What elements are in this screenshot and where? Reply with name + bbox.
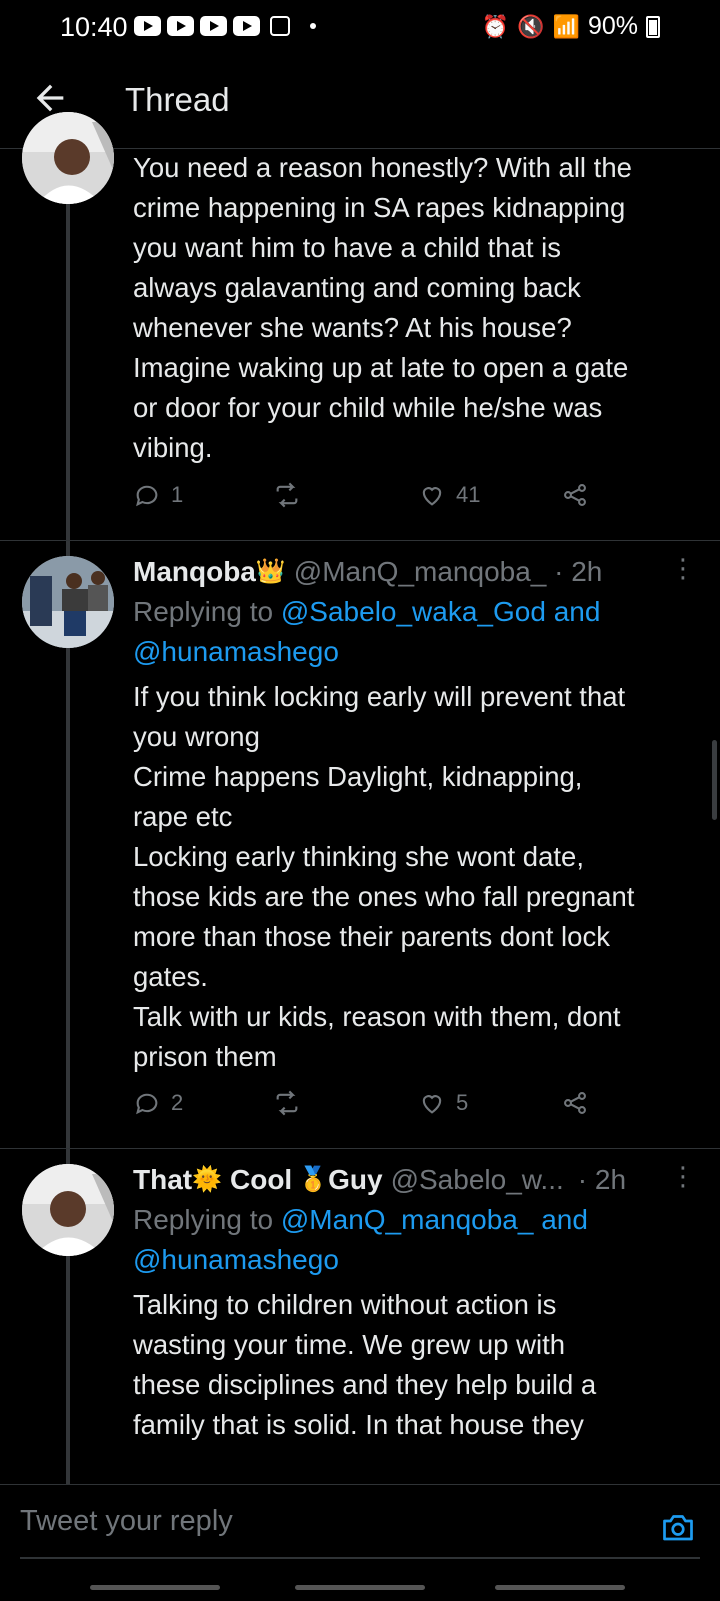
youtube-notification-icon	[233, 16, 260, 36]
author-name-part: Guy	[328, 1164, 383, 1195]
status-bar: 10:40 ⏰ 🔇 📶 90%	[0, 0, 720, 56]
heart-icon	[422, 487, 442, 506]
retweet-icon	[276, 1090, 298, 1116]
reply-action[interactable]: 1	[133, 481, 183, 509]
alarm-icon: ⏰	[481, 13, 510, 39]
battery-icon	[646, 15, 660, 38]
crown-emoji-icon: 👑	[255, 558, 286, 585]
comment-icon	[136, 1093, 158, 1115]
retweet-action[interactable]	[273, 481, 301, 509]
reply-count: 1	[171, 482, 184, 507]
like-count: 5	[456, 1090, 469, 1115]
system-icons: ⏰ 🔇 📶 90%	[482, 12, 660, 41]
share-icon	[564, 484, 586, 506]
share-action[interactable]	[561, 1089, 589, 1117]
status-time: 10:40	[60, 12, 128, 42]
replying-prefix: Replying to	[133, 1204, 281, 1235]
replying-prefix: Replying to	[133, 596, 281, 627]
like-action[interactable]: 5	[418, 1089, 468, 1117]
reply-underline	[20, 1557, 700, 1559]
author-handle: @Sabelo_w...	[390, 1164, 564, 1195]
more-vertical-icon[interactable]: ⋮	[670, 1163, 696, 1189]
author-name: Manqoba	[133, 556, 256, 587]
youtube-notification-icon	[200, 16, 227, 36]
like-action[interactable]: 41	[418, 481, 480, 509]
replying-mentions[interactable]: @Sabelo_waka_God and	[281, 596, 601, 627]
heart-icon	[422, 1095, 442, 1114]
avatar[interactable]	[22, 556, 114, 648]
tweet-actions: 2 5	[133, 1089, 613, 1125]
more-vertical-icon[interactable]: ⋮	[670, 555, 696, 581]
tweet-text: If you think locking early will prevent …	[133, 681, 635, 1072]
tweet-divider	[0, 540, 720, 541]
avatar[interactable]	[22, 1164, 114, 1256]
page-title: Thread	[125, 81, 230, 118]
youtube-notification-icon	[167, 16, 194, 36]
avatar[interactable]	[22, 112, 114, 204]
nav-home[interactable]	[295, 1585, 425, 1590]
youtube-notification-icon	[134, 16, 161, 36]
reply-input[interactable]: Tweet your reply	[20, 1505, 233, 1538]
medal-emoji-icon: 🥇	[298, 1166, 329, 1193]
share-icon	[564, 1092, 586, 1114]
retweet-icon	[276, 482, 298, 508]
replying-mention[interactable]: @hunamashego	[133, 1244, 339, 1275]
replying-to: Replying to @ManQ_manqoba_ and @hunamash…	[133, 1200, 588, 1280]
author-name-part: That	[133, 1164, 193, 1195]
tweet-text: You need a reason honestly? With all the…	[133, 152, 632, 463]
tweet-time: · 2h	[577, 1164, 627, 1195]
battery-percent: 90%	[587, 12, 638, 40]
comment-icon	[136, 485, 158, 507]
tweet-author[interactable]: That 🌞 Cool 🥇 Guy @Sabelo_w... · 2h	[133, 1160, 626, 1200]
author-name-part: Cool	[230, 1164, 293, 1195]
reply-action[interactable]: 2	[133, 1089, 183, 1117]
author-handle: @ManQ_manqoba_ · 2h	[293, 556, 603, 587]
reply-count: 2	[171, 1090, 184, 1115]
tweet-author[interactable]: Manqoba 👑 @ManQ_manqoba_ · 2h	[133, 552, 602, 592]
download-notification-icon	[270, 16, 290, 36]
replying-mention[interactable]: @hunamashego	[133, 636, 339, 667]
camera-icon[interactable]	[660, 1509, 696, 1545]
wifi-icon: 📶	[552, 13, 580, 39]
notification-icons	[134, 16, 316, 36]
thread-connector	[66, 148, 70, 1484]
scrollbar[interactable]	[712, 740, 717, 820]
sun-emoji-icon: 🌞	[192, 1166, 222, 1193]
more-notifications-dot-icon	[310, 23, 316, 29]
reply-composer: Tweet your reply	[0, 1484, 720, 1601]
replying-to: Replying to @Sabelo_waka_God and @hunama…	[133, 592, 600, 672]
mute-icon: 🔇	[517, 13, 545, 39]
retweet-action[interactable]	[273, 1089, 301, 1117]
tweet-actions: 1 41	[133, 481, 613, 517]
nav-back[interactable]	[495, 1585, 625, 1590]
like-count: 41	[456, 482, 481, 507]
tweet-divider	[0, 1148, 720, 1149]
replying-mentions[interactable]: @ManQ_manqoba_ and	[281, 1204, 588, 1235]
share-action[interactable]	[561, 481, 589, 509]
nav-recent-apps[interactable]	[90, 1585, 220, 1590]
tweet-text: Talking to children without action is wa…	[133, 1289, 597, 1440]
